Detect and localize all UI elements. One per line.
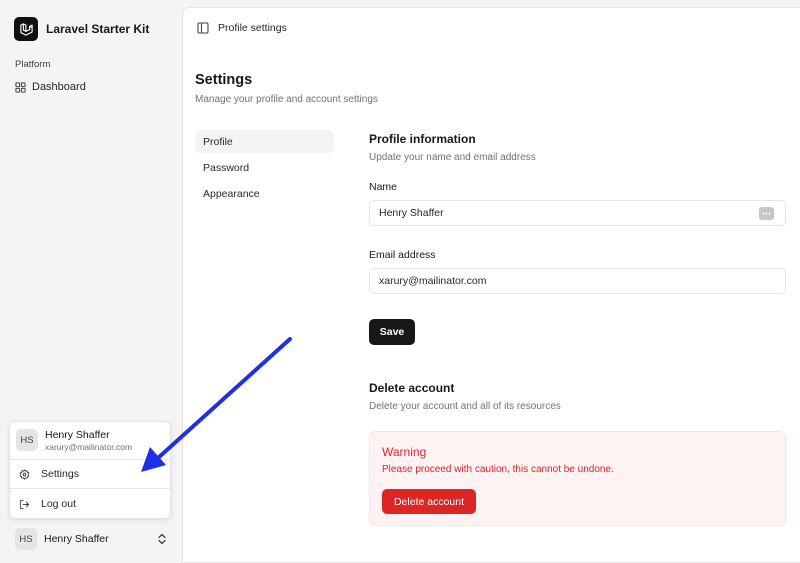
settings-nav-password[interactable]: Password <box>195 156 334 179</box>
email-field[interactable]: xarury@mailinator.com <box>369 268 786 294</box>
name-input[interactable]: Henry Shaffer <box>369 200 786 226</box>
email-label: Email address <box>369 249 436 261</box>
menu-user-name: Henry Shaffer <box>45 429 110 441</box>
section-title: Profile information <box>369 132 476 146</box>
avatar: HS <box>16 429 38 452</box>
delete-account-section: Delete account Delete your account and a… <box>369 381 787 526</box>
name-input-value: Henry Shaffer <box>379 207 444 219</box>
menu-item-label: Settings <box>41 468 79 480</box>
warning-title: Warning <box>382 445 427 459</box>
menu-user-email: xarury@mailinator.com <box>45 441 133 452</box>
sidebar: Laravel Starter Kit Platform Dashboard H… <box>0 0 182 563</box>
sidebar-user-button[interactable]: HS Henry Shaffer <box>15 528 167 550</box>
sidebar-user-name: Henry Shaffer <box>44 533 109 545</box>
menu-divider <box>10 459 170 460</box>
password-manager-icon[interactable] <box>759 207 774 220</box>
brand[interactable]: Laravel Starter Kit <box>14 17 149 41</box>
warning-box: Warning Please proceed with caution, thi… <box>369 431 786 526</box>
nav-group-label: Platform <box>15 59 51 70</box>
page-subtitle: Manage your profile and account settings <box>195 94 378 105</box>
settings-nav-appearance[interactable]: Appearance <box>195 182 334 205</box>
sidebar-item-label: Dashboard <box>32 81 86 93</box>
menu-item-log-out[interactable]: Log out <box>19 498 76 510</box>
save-button[interactable]: Save <box>369 319 415 345</box>
menu-item-settings[interactable]: Settings <box>19 468 79 480</box>
chevrons-up-down-icon <box>158 533 166 545</box>
laravel-logo-icon <box>14 17 38 41</box>
app-root: Laravel Starter Kit Platform Dashboard H… <box>0 0 800 563</box>
main-panel: Profile settings Settings Manage your pr… <box>182 7 800 563</box>
section-subtitle: Update your name and email address <box>369 152 536 163</box>
delete-account-button[interactable]: Delete account <box>382 489 476 514</box>
layout-grid-icon <box>15 81 26 93</box>
user-dropdown-menu: HS Henry Shaffer xarury@mailinator.com S… <box>9 421 171 519</box>
sidebar-item-dashboard[interactable]: Dashboard <box>15 81 86 93</box>
profile-section: Profile information Update your name and… <box>369 132 787 526</box>
delete-account-subtitle: Delete your account and all of its resou… <box>369 401 561 412</box>
warning-text: Please proceed with caution, this cannot… <box>382 464 614 475</box>
settings-nav: Profile Password Appearance <box>195 130 334 208</box>
app-name: Laravel Starter Kit <box>46 22 150 36</box>
name-label: Name <box>369 181 398 193</box>
menu-item-label: Log out <box>41 498 77 510</box>
menu-user-info: HS Henry Shaffer xarury@mailinator.com <box>16 429 132 452</box>
page-title: Settings <box>195 72 253 88</box>
header: Profile settings <box>197 22 287 34</box>
avatar: HS <box>15 528 37 550</box>
breadcrumb[interactable]: Profile settings <box>218 22 287 34</box>
sidebar-toggle-icon[interactable] <box>197 22 209 34</box>
settings-nav-profile[interactable]: Profile <box>195 130 334 153</box>
delete-account-title: Delete account <box>369 381 455 395</box>
menu-divider <box>10 488 170 489</box>
email-input-value: xarury@mailinator.com <box>379 275 487 287</box>
log-out-icon <box>19 499 30 509</box>
gear-icon <box>19 468 30 480</box>
